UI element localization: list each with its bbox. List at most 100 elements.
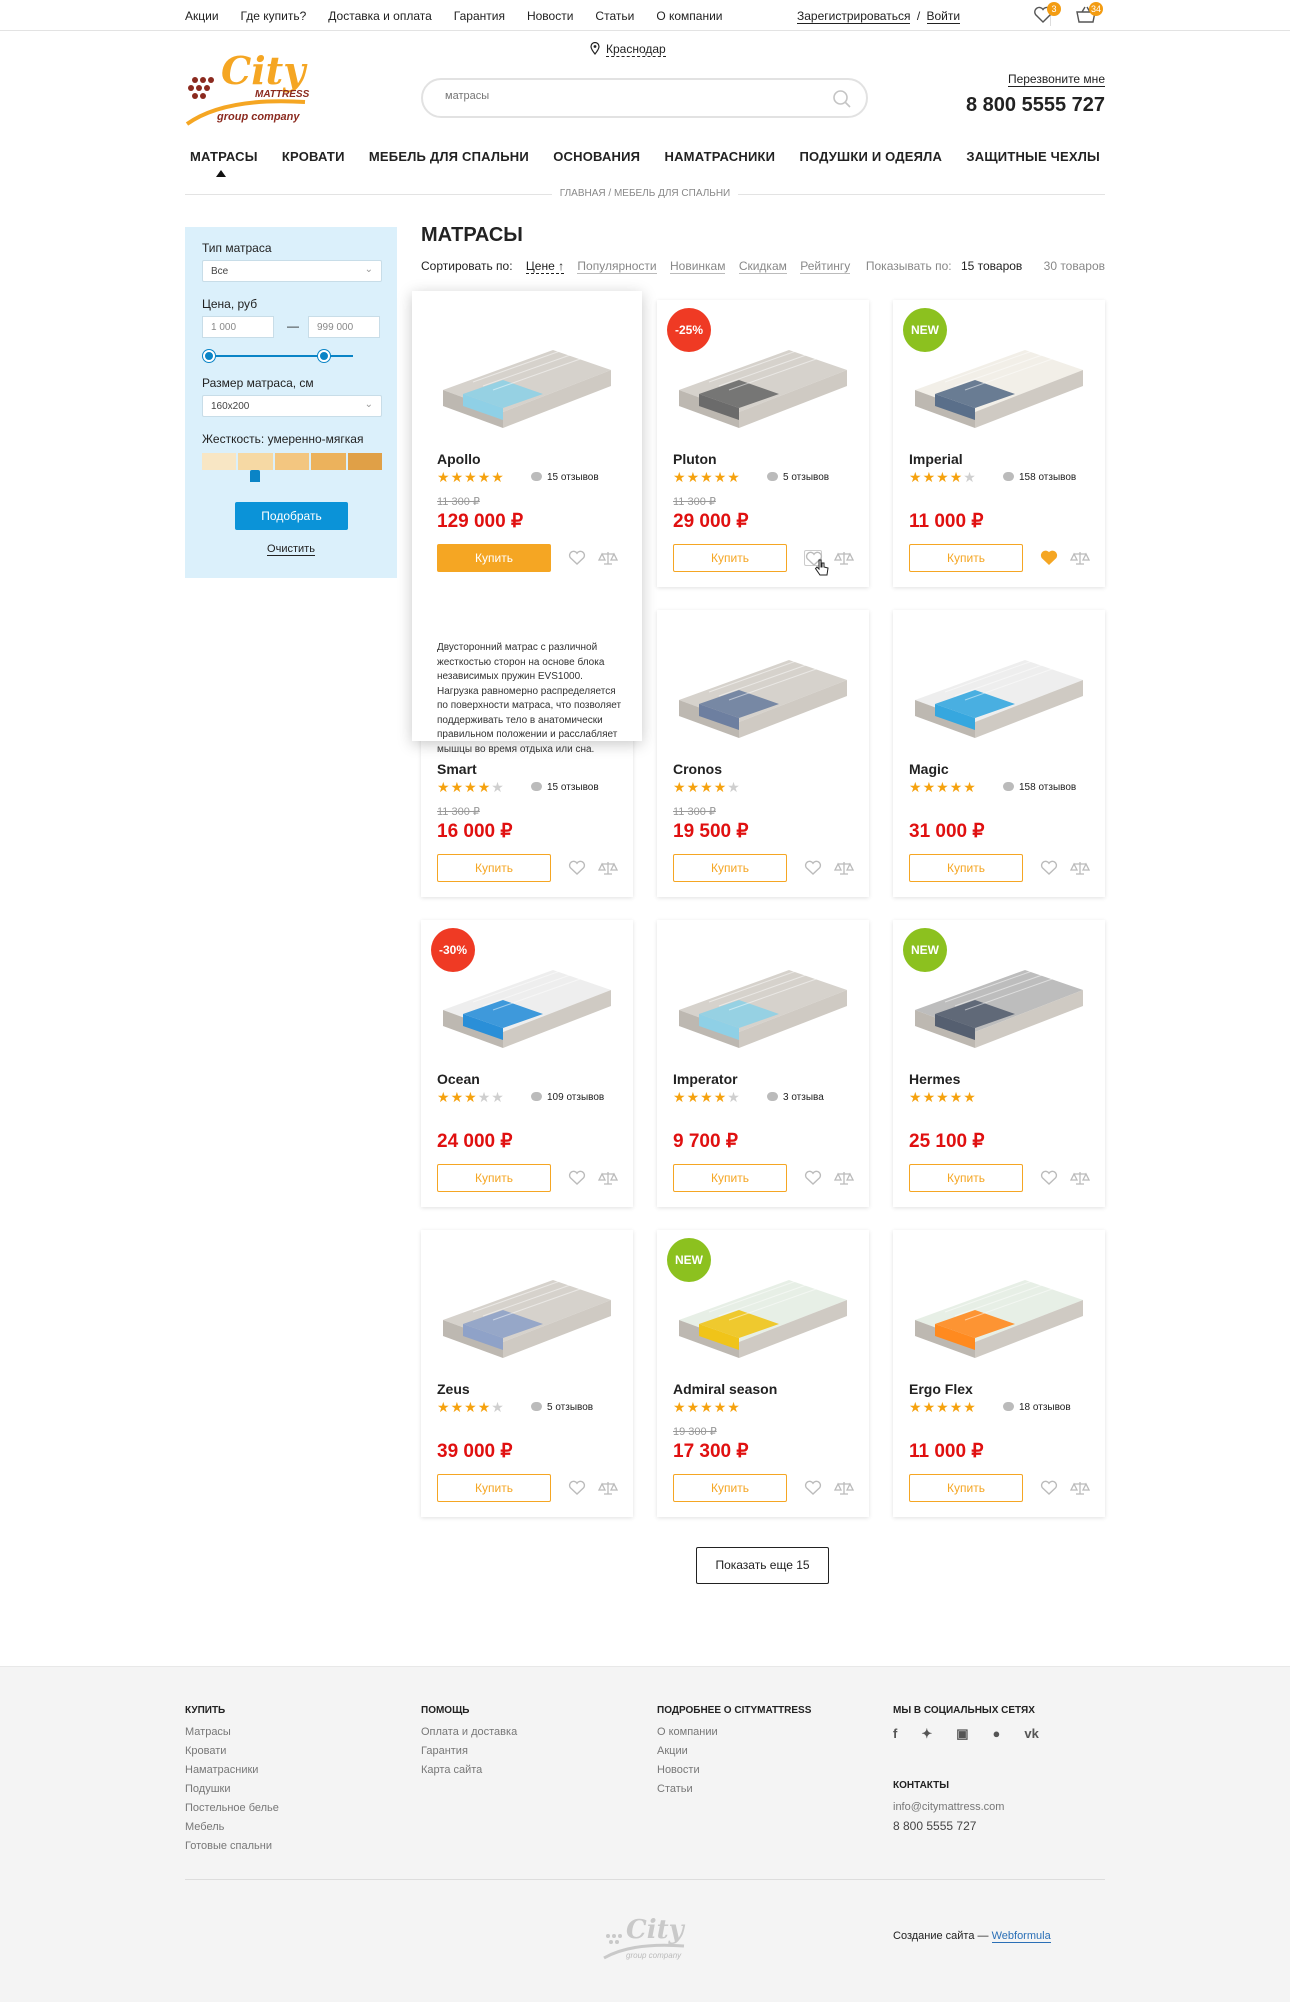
buy-button[interactable]: Купить (909, 1164, 1023, 1192)
product-image[interactable] (669, 940, 857, 1060)
add-to-favorites-button[interactable] (1040, 550, 1058, 566)
nav-toppers[interactable]: НАМАТРАСНИКИ (660, 149, 781, 164)
page-size-30[interactable]: 30 товаров (1044, 259, 1105, 273)
price-slider-max-handle[interactable] (318, 350, 330, 362)
product-name[interactable]: Ocean (437, 1071, 480, 1087)
product-name[interactable]: Apollo (437, 451, 481, 467)
sort-by-rating[interactable]: Рейтингу (800, 259, 851, 274)
add-to-favorites-button[interactable] (804, 1170, 822, 1186)
footer-email[interactable]: info@citymattress.com (893, 1801, 1039, 1814)
product-reviews[interactable]: 3 отзыва (767, 1092, 824, 1103)
breadcrumb-text[interactable]: ГЛАВНАЯ / МЕБЕЛЬ ДЛЯ СПАЛЬНИ (551, 188, 739, 199)
product-reviews[interactable]: 18 отзывов (1003, 1402, 1071, 1413)
nav-beds[interactable]: КРОВАТИ (277, 149, 350, 164)
add-to-favorites-button[interactable] (1040, 1170, 1058, 1186)
top-link-sales[interactable]: Акции (185, 9, 219, 23)
buy-button[interactable]: Купить (909, 854, 1023, 882)
compare-button[interactable] (833, 1170, 855, 1186)
sort-by-discount[interactable]: Скидкам (738, 259, 787, 274)
firmness-step[interactable] (238, 453, 273, 470)
apply-filter-button[interactable]: Подобрать (235, 502, 348, 530)
top-link-where-to-buy[interactable]: Где купить? (241, 9, 307, 23)
sort-by-popularity[interactable]: Популярности (577, 259, 657, 274)
product-image[interactable] (433, 320, 621, 440)
login-link[interactable]: Войти (926, 9, 961, 24)
product-card[interactable]: -30% Ocean ★★★★★ 109 отзывов 24 000 ₽ Купить (421, 920, 633, 1207)
nav-bedroom-furniture[interactable]: МЕБЕЛЬ ДЛЯ СПАЛЬНИ (364, 149, 534, 164)
footer-link[interactable]: Статьи (657, 1783, 811, 1796)
price-to-input[interactable] (308, 316, 380, 338)
buy-button[interactable]: Купить (909, 544, 1023, 572)
add-to-favorites-button[interactable] (568, 1480, 586, 1496)
product-image[interactable] (669, 630, 857, 750)
product-name[interactable]: Admiral season (673, 1381, 777, 1397)
filter-type-select[interactable]: Все ⌄ (202, 260, 382, 282)
product-card[interactable]: Zeus ★★★★★ 5 отзывов 39 000 ₽ Купить (421, 1230, 633, 1517)
buy-button[interactable]: Купить (437, 854, 551, 882)
add-to-favorites-button[interactable] (804, 1480, 822, 1496)
add-to-favorites-button[interactable] (568, 550, 586, 566)
footer-link[interactable]: Наматрасники (185, 1764, 279, 1777)
product-card[interactable]: Magic ★★★★★ 158 отзывов 31 000 ₽ Купить (893, 610, 1105, 897)
twitter-icon[interactable]: ✦ (921, 1726, 932, 1742)
footer-link[interactable]: Гарантия (421, 1745, 517, 1758)
footer-link[interactable]: Мебель (185, 1821, 279, 1834)
nav-mattresses[interactable]: МАТРАСЫ (185, 149, 263, 164)
top-link-delivery[interactable]: Доставка и оплата (328, 9, 432, 23)
buy-button[interactable]: Купить (673, 1164, 787, 1192)
buy-button[interactable]: Купить (437, 1164, 551, 1192)
top-link-articles[interactable]: Статьи (595, 9, 634, 23)
product-name[interactable]: Zeus (437, 1381, 470, 1397)
product-image[interactable] (433, 1250, 621, 1370)
add-to-favorites-button[interactable] (568, 860, 586, 876)
footer-link[interactable]: Готовые спальни (185, 1840, 279, 1853)
callback-link[interactable]: Перезвоните мне (1007, 72, 1105, 87)
logo[interactable]: City MATTRESS group company (185, 42, 315, 127)
nav-pillows-blankets[interactable]: ПОДУШКИ И ОДЕЯЛА (794, 149, 947, 164)
product-name[interactable]: Hermes (909, 1071, 960, 1087)
product-name[interactable]: Cronos (673, 761, 722, 777)
product-card[interactable]: Imperator ★★★★★ 3 отзыва 9 700 ₽ Купить (657, 920, 869, 1207)
product-reviews[interactable]: 15 отзывов (531, 782, 599, 793)
compare-button[interactable] (1069, 550, 1091, 566)
product-name[interactable]: Imperator (673, 1071, 738, 1087)
buy-button[interactable]: Купить (673, 544, 787, 572)
compare-button[interactable] (1069, 860, 1091, 876)
add-to-favorites-button[interactable] (1040, 1480, 1058, 1496)
firmness-step[interactable] (347, 453, 383, 470)
footer-link[interactable]: Кровати (185, 1745, 279, 1758)
footer-phone[interactable]: 8 800 5555 727 (893, 1820, 1039, 1833)
add-to-favorites-button[interactable] (568, 1170, 586, 1186)
instagram-icon[interactable]: ▣ (956, 1726, 968, 1742)
product-name[interactable]: Smart (437, 761, 477, 777)
footer-link[interactable]: Акции (657, 1745, 811, 1758)
product-name[interactable]: Imperial (909, 451, 963, 467)
header-phone[interactable]: 8 800 5555 727 (966, 94, 1105, 117)
product-card[interactable]: -25% Pluton ★★★★★ 5 отзывов 11 300 ₽29 000 ₽… (657, 300, 869, 587)
product-reviews[interactable]: 158 отзывов (1003, 472, 1076, 483)
compare-button[interactable] (833, 1480, 855, 1496)
product-card[interactable]: NEW Admiral season ★★★★★ 19 300 ₽17 300 ₽ Ку… (657, 1230, 869, 1517)
footer-link[interactable]: Подушки (185, 1783, 279, 1796)
compare-button[interactable] (1069, 1170, 1091, 1186)
product-name[interactable]: Pluton (673, 451, 717, 467)
favorites-button[interactable]: 3 (1033, 2, 1061, 24)
footer-link[interactable]: О компании (657, 1726, 811, 1739)
vk-icon[interactable]: vk (1024, 1726, 1038, 1742)
compare-button[interactable] (597, 1480, 619, 1496)
buy-button[interactable]: Купить (437, 544, 551, 572)
product-image[interactable] (905, 1250, 1093, 1370)
add-to-favorites-button[interactable] (1040, 860, 1058, 876)
show-more-button[interactable]: Показать еще 15 (696, 1547, 829, 1584)
price-from-input[interactable] (202, 316, 274, 338)
buy-button[interactable]: Купить (673, 1474, 787, 1502)
product-name[interactable]: Ergo Flex (909, 1381, 973, 1397)
firmness-step[interactable] (274, 453, 310, 470)
product-reviews[interactable]: 15 отзывов (531, 472, 599, 483)
footer-link[interactable]: Матрасы (185, 1726, 279, 1739)
compare-button[interactable] (833, 550, 855, 566)
add-to-favorites-button[interactable] (804, 860, 822, 876)
odnoklassniki-icon[interactable]: ● (993, 1726, 1001, 1742)
clear-filter-link[interactable]: Очистить (267, 543, 315, 556)
product-reviews[interactable]: 5 отзывов (531, 1402, 593, 1413)
